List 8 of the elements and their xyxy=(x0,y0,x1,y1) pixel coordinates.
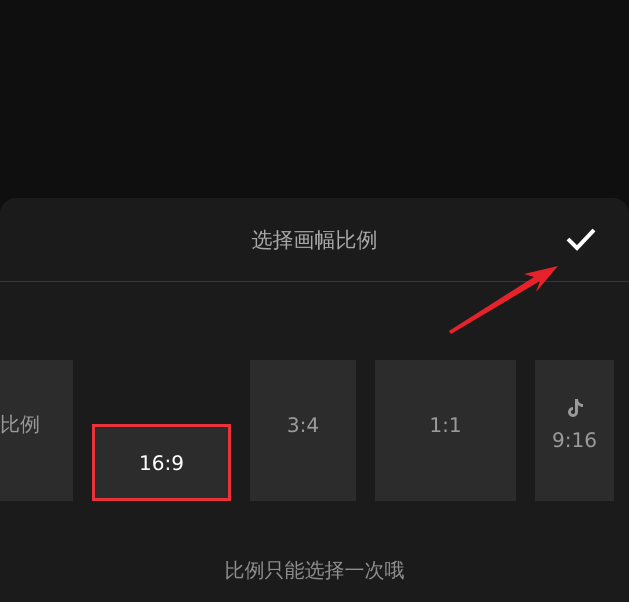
ratio-option[interactable]: 9:16 xyxy=(535,360,614,501)
ratio-option[interactable]: 比例 xyxy=(0,360,73,501)
ratio-option[interactable]: 16:9 xyxy=(92,424,231,501)
ratio-option[interactable]: 1:1 xyxy=(375,360,516,501)
hint-text: 比例只能选择一次哦 xyxy=(224,557,404,584)
music-note-icon xyxy=(566,398,584,418)
sheet-title: 选择画幅比例 xyxy=(252,226,378,254)
ratio-option[interactable]: 3:4 xyxy=(250,360,356,501)
